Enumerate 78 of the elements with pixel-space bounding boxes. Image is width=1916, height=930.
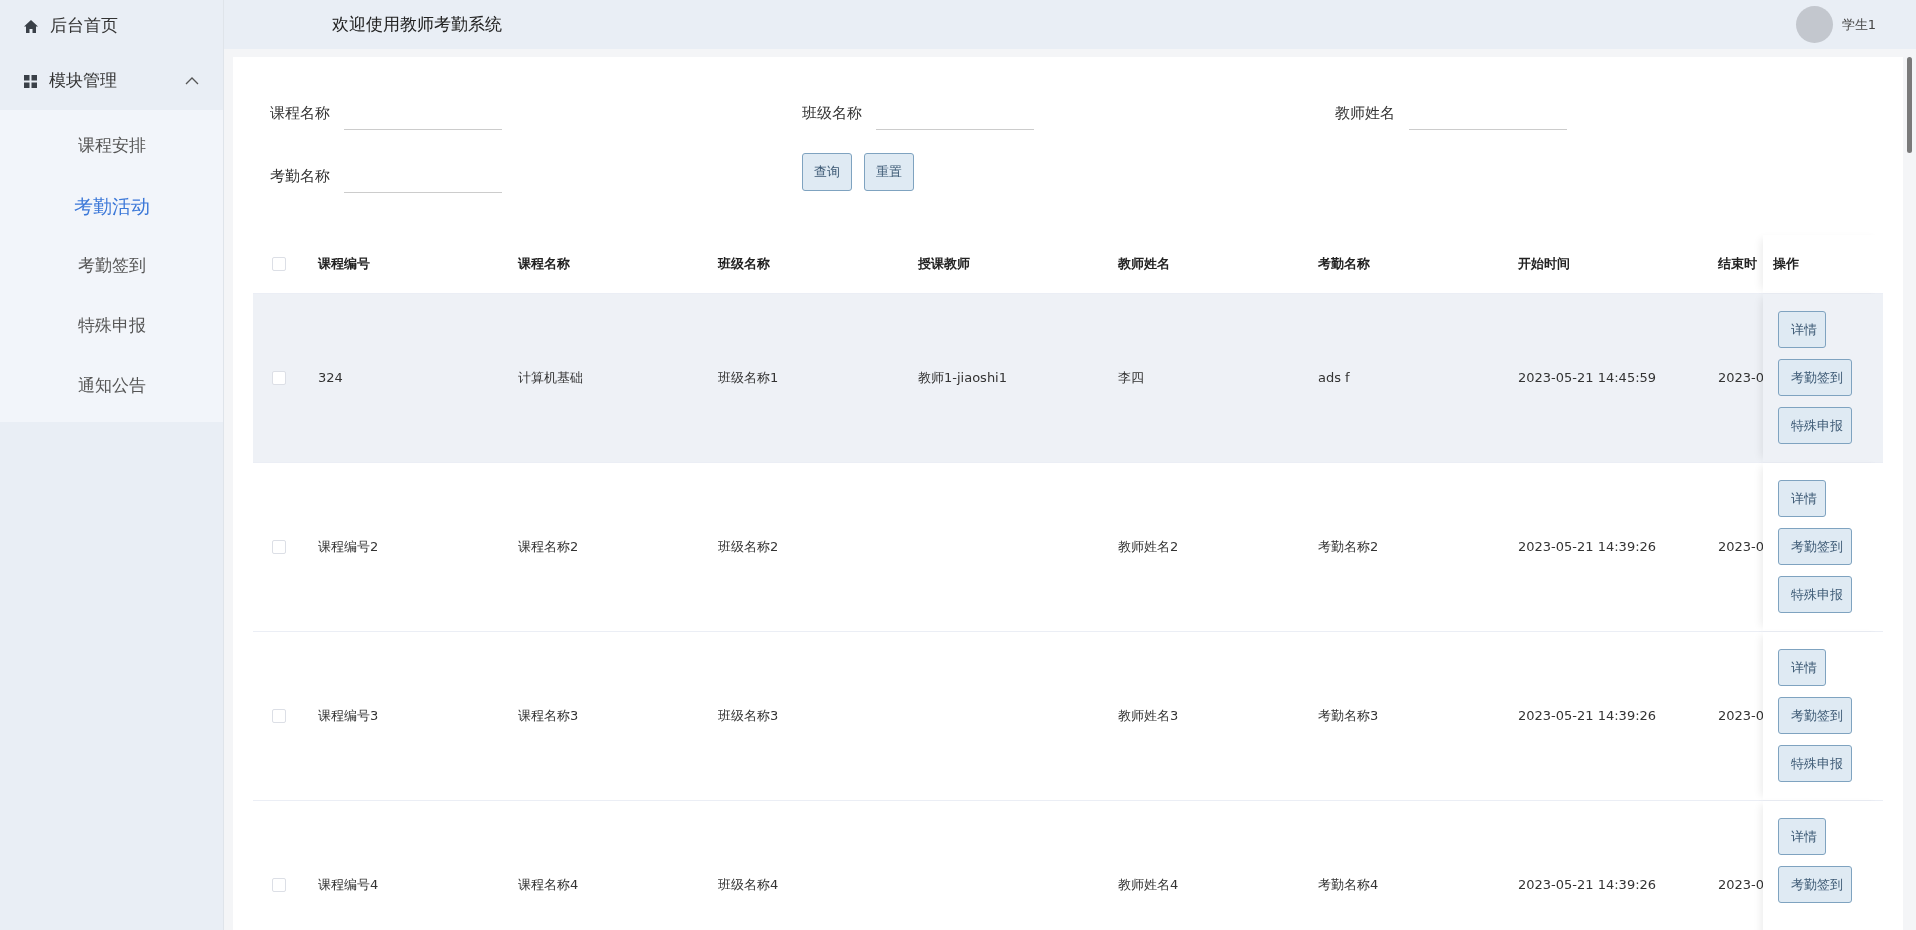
avatar[interactable] — [1795, 6, 1833, 43]
table-cell-text: 2023-0 — [1717, 707, 1763, 726]
user-name[interactable]: 学生1 — [1841, 14, 1876, 35]
table-cell-text: 教师姓名3 — [1117, 707, 1180, 726]
action-button[interactable]: 考勤签到 — [1778, 697, 1852, 734]
table-cell-text: 2023-0 — [1717, 369, 1763, 388]
table-cell-text: 2023-05-21 14:39:26 — [1517, 876, 1658, 895]
column-header: 课程名称 — [516, 255, 571, 274]
table-row[interactable]: 课程编号2 课程名称2 班级名称2 教师姓名2 考勤名称2 2023-05-21 14:39:26 2023-0 详情 考勤签到 特殊申报 — [253, 462, 1883, 631]
table-cell-text: 2023-0 — [1717, 538, 1763, 557]
table-cell-text: 2023-05-21 14:45:59 — [1517, 369, 1658, 388]
action-button[interactable]: 详情 — [1778, 311, 1826, 348]
chevron-up-icon — [185, 77, 199, 85]
submenu-item[interactable]: 考勤签到 — [0, 236, 223, 296]
column-header: 操作 — [1763, 235, 1883, 293]
checkbox[interactable] — [272, 878, 286, 892]
table-cell-text: 课程编号3 — [317, 707, 380, 726]
table-cell-text: 2023-05-21 14:39:26 — [1517, 707, 1658, 726]
table-cell-text: 课程编号4 — [317, 876, 380, 895]
submenu-item[interactable]: 特殊申报 — [0, 296, 223, 356]
reset-button[interactable]: 重置 — [864, 153, 914, 191]
home-icon — [24, 19, 38, 33]
search-button[interactable]: 查询 — [802, 153, 852, 191]
table-row[interactable]: 324 计算机基础 班级名称1 教师1-jiaoshi1 李四 ads f 2023-05-21 14:45:59 2023-0 详情 考勤签到 特殊申报 — [253, 293, 1883, 462]
column-header: 教师姓名 — [1117, 255, 1171, 274]
sidebar-item[interactable]: 后台首页 — [0, 0, 223, 52]
table-cell-text: 课程名称3 — [517, 707, 580, 726]
column-header: 授课教师 — [917, 255, 971, 274]
sidebar-item[interactable]: 模块管理 — [0, 52, 223, 110]
action-button[interactable]: 特殊申报 — [1778, 745, 1852, 782]
action-button[interactable]: 考勤签到 — [1778, 866, 1852, 903]
table-cell-text: 考勤名称2 — [1317, 538, 1380, 557]
action-button[interactable]: 详情 — [1778, 818, 1826, 855]
header-title: 欢迎使用教师考勤系统 — [332, 12, 503, 36]
table-cell-text: 课程名称2 — [517, 538, 580, 557]
table-cell-text: 班级名称3 — [717, 707, 780, 726]
table-cell-text: 班级名称4 — [717, 876, 780, 895]
table-cell-text: 李四 — [1117, 369, 1145, 388]
checkbox[interactable] — [272, 371, 286, 385]
table-cell-text: 班级名称1 — [717, 369, 780, 388]
action-button[interactable]: 详情 — [1778, 480, 1826, 517]
table-row[interactable]: 课程编号4 课程名称4 班级名称4 教师姓名4 考勤名称4 2023-05-21 14:39:26 2023-0 详情 考勤签到 — [253, 800, 1883, 930]
table-cell-text: 324 — [317, 369, 344, 388]
checkbox[interactable] — [272, 540, 286, 554]
action-button[interactable]: 详情 — [1778, 649, 1826, 686]
table-cell-text: 课程编号2 — [317, 538, 380, 557]
submenu-item[interactable]: 通知公告 — [0, 356, 223, 416]
scrollbar-thumb[interactable] — [1907, 57, 1912, 153]
column-header: 班级名称 — [716, 255, 771, 274]
table-cell-text: 教师姓名4 — [1117, 876, 1180, 895]
action-button[interactable]: 考勤签到 — [1778, 528, 1852, 565]
action-button[interactable]: 特殊申报 — [1778, 576, 1852, 613]
field-label: 考勤名称 — [270, 166, 330, 187]
column-header: 考勤名称 — [1317, 255, 1371, 274]
table-cell-text: 2023-05-21 14:39:26 — [1517, 538, 1658, 557]
table-cell-text: 考勤名称3 — [1317, 707, 1380, 726]
column-header: 课程编号 — [316, 255, 371, 274]
field-label: 课程名称 — [270, 103, 330, 124]
field-label: 班级名称 — [802, 103, 862, 124]
table-cell-text: 2023-0 — [1717, 876, 1763, 895]
table-cell-text: 教师1-jiaoshi1 — [917, 369, 1008, 388]
submenu-item[interactable]: 考勤活动 — [0, 176, 223, 236]
table-row[interactable]: 课程编号3 课程名称3 班级名称3 教师姓名3 考勤名称3 2023-05-21 14:39:26 2023-0 详情 考勤签到 特殊申报 — [253, 631, 1883, 800]
table-cell-text: 课程名称4 — [517, 876, 580, 895]
column-header: 结束时 — [1717, 255, 1758, 274]
checkbox[interactable] — [272, 709, 286, 723]
table-cell-text: 班级名称2 — [717, 538, 780, 557]
table-cell-text: 考勤名称4 — [1317, 876, 1380, 895]
column-header: 开始时间 — [1517, 255, 1571, 274]
field-label: 教师姓名 — [1335, 103, 1395, 124]
action-button[interactable]: 考勤签到 — [1778, 359, 1852, 396]
table-cell-text: ads f — [1317, 369, 1351, 388]
table-cell-text: 教师姓名2 — [1117, 538, 1180, 557]
submenu-item[interactable]: 课程安排 — [0, 116, 223, 176]
checkbox[interactable] — [272, 257, 286, 271]
table-cell-text: 计算机基础 — [517, 369, 584, 388]
grid-icon — [24, 74, 37, 88]
action-button[interactable]: 特殊申报 — [1778, 407, 1852, 444]
